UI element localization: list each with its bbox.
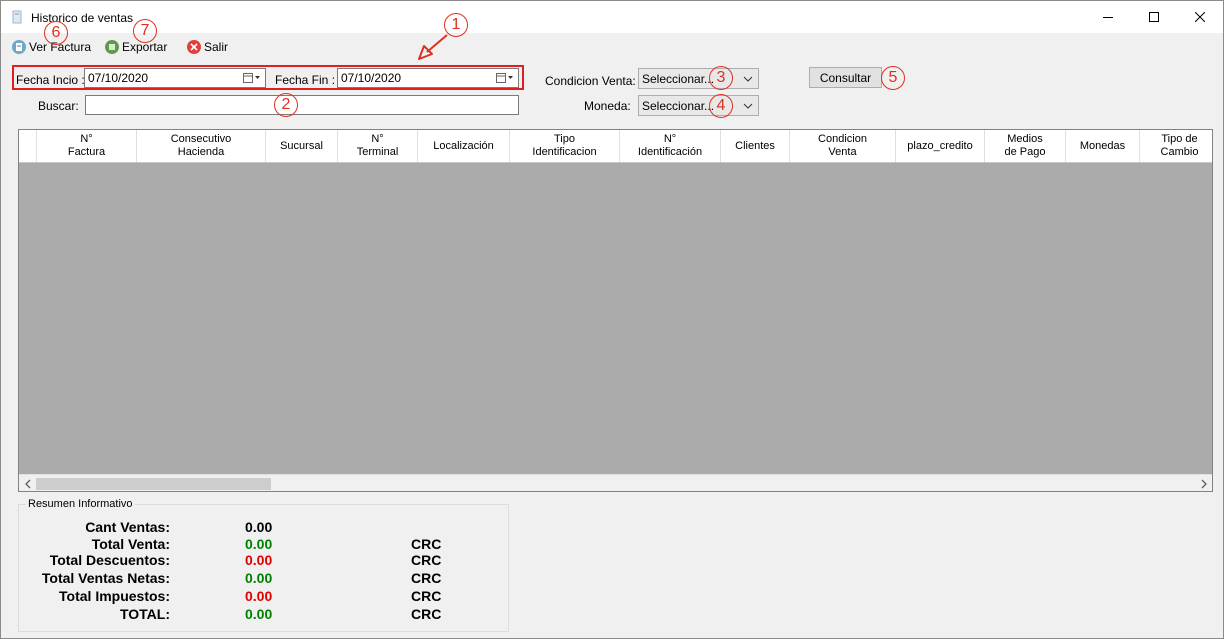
summary-row: Cant Ventas: 0.00 <box>19 519 510 537</box>
maximize-icon <box>1149 12 1159 22</box>
chevron-down-icon <box>743 76 753 82</box>
moneda-select[interactable]: Seleccionar... <box>638 95 759 116</box>
column-header[interactable]: Localización <box>418 130 510 162</box>
moneda-value: Seleccionar... <box>642 99 715 113</box>
invoice-icon <box>12 40 26 54</box>
summary-currency: CRC <box>411 536 442 552</box>
column-header[interactable]: N° Factura <box>37 130 137 162</box>
close-icon <box>1195 12 1205 22</box>
grid-header: N° Factura Consecutivo Hacienda Sucursal… <box>19 130 1212 163</box>
close-button[interactable] <box>1177 1 1223 33</box>
title-bar: Historico de ventas <box>1 1 1223 33</box>
summary-value: 0.00 <box>245 588 273 604</box>
annotation-marker-1: 1 <box>444 13 468 37</box>
summary-row: Total Ventas Netas: 0.00 CRC <box>19 570 510 588</box>
row-header-corner <box>19 130 37 162</box>
column-header[interactable]: Consecutivo Hacienda <box>137 130 266 162</box>
annotation-marker-6: 6 <box>44 21 68 45</box>
main-window: Historico de ventas Ver Factura Exportar <box>0 0 1224 639</box>
summary-currency: CRC <box>411 606 442 622</box>
fecha-fin-picker[interactable]: 07/10/2020 <box>337 68 519 88</box>
calendar-dropdown-icon <box>496 72 514 84</box>
summary-value: 0.00 <box>245 570 273 586</box>
maximize-button[interactable] <box>1131 1 1177 33</box>
summary-row: Total Descuentos: 0.00 CRC <box>19 552 510 570</box>
summary-label: Total Ventas Netas: <box>41 570 170 586</box>
summary-value: 0.00 <box>245 519 273 535</box>
summary-row: TOTAL: 0.00 CRC <box>19 606 510 624</box>
summary-value: 0.00 <box>245 606 273 622</box>
scroll-right-arrow[interactable] <box>1195 475 1212 491</box>
chevron-down-icon <box>743 103 753 109</box>
annotation-marker-3: 3 <box>709 66 733 90</box>
annotation-marker-4: 4 <box>709 94 733 118</box>
fecha-fin-value: 07/10/2020 <box>341 71 402 85</box>
summary-currency: CRC <box>411 552 442 568</box>
buscar-label: Buscar: <box>38 99 79 113</box>
column-header[interactable]: plazo_credito <box>896 130 985 162</box>
resumen-legend: Resumen Informativo <box>26 498 135 510</box>
summary-row: Total Impuestos: 0.00 CRC <box>19 588 510 606</box>
buscar-input[interactable] <box>85 95 519 115</box>
resumen-groupbox: Resumen Informativo Cant Ventas: 0.00 To… <box>18 498 510 632</box>
window-title: Historico de ventas <box>31 11 134 25</box>
annotation-marker-5: 5 <box>881 66 905 90</box>
column-header[interactable]: Sucursal <box>266 130 338 162</box>
column-header[interactable]: Medios de Pago <box>985 130 1066 162</box>
column-header[interactable]: N° Terminal <box>338 130 418 162</box>
consultar-label: Consultar <box>819 70 872 85</box>
moneda-label: Moneda: <box>584 99 631 113</box>
consultar-button[interactable]: Consultar <box>809 67 882 88</box>
scroll-thumb[interactable] <box>36 478 271 490</box>
condicion-venta-label: Condicion Venta: <box>545 74 636 88</box>
summary-value: 0.00 <box>245 536 273 552</box>
app-icon <box>12 10 22 24</box>
chevron-left-icon <box>24 479 30 488</box>
chevron-right-icon <box>1201 479 1207 488</box>
summary-label: Total Descuentos: <box>49 552 170 568</box>
scroll-left-arrow[interactable] <box>19 475 36 491</box>
minimize-icon <box>1103 17 1113 18</box>
fecha-inicio-label: Fecha Incio : <box>16 73 85 87</box>
column-header[interactable]: Clientes <box>721 130 790 162</box>
summary-label: Cant Ventas: <box>85 519 170 535</box>
column-header[interactable]: Tipo de Cambio <box>1140 130 1212 162</box>
column-header[interactable]: Tipo Identificacion <box>510 130 620 162</box>
minimize-button[interactable] <box>1085 1 1131 33</box>
condicion-venta-select[interactable]: Seleccionar... <box>638 68 759 89</box>
salir-label: Salir <box>204 40 229 54</box>
fecha-inicio-picker[interactable]: 07/10/2020 <box>84 68 266 88</box>
exportar-button[interactable]: Exportar <box>105 38 167 56</box>
summary-label: TOTAL: <box>119 606 170 622</box>
summary-currency: CRC <box>411 588 442 604</box>
column-header[interactable]: Monedas <box>1066 130 1140 162</box>
condicion-venta-value: Seleccionar... <box>642 72 715 86</box>
annotation-arrow-icon <box>418 34 448 60</box>
export-icon <box>105 40 119 54</box>
horizontal-scrollbar[interactable] <box>19 474 1212 491</box>
exit-icon <box>187 40 201 54</box>
calendar-dropdown-icon <box>243 72 261 84</box>
fecha-inicio-value: 07/10/2020 <box>88 71 149 85</box>
fecha-fin-label: Fecha Fin : <box>275 73 336 87</box>
summary-label: Total Venta: <box>91 536 170 552</box>
salir-button[interactable]: Salir <box>187 38 228 56</box>
column-header[interactable]: N° Identificación <box>620 130 721 162</box>
summary-currency: CRC <box>411 570 442 586</box>
toolbar: Ver Factura Exportar Salir <box>1 34 1223 58</box>
ventas-grid[interactable]: N° Factura Consecutivo Hacienda Sucursal… <box>18 129 1213 492</box>
summary-label: Total Impuestos: <box>59 588 170 604</box>
annotation-marker-2: 2 <box>274 93 298 117</box>
annotation-marker-7: 7 <box>133 19 157 43</box>
column-header[interactable]: Condicion Venta <box>790 130 896 162</box>
summary-value: 0.00 <box>245 552 273 568</box>
